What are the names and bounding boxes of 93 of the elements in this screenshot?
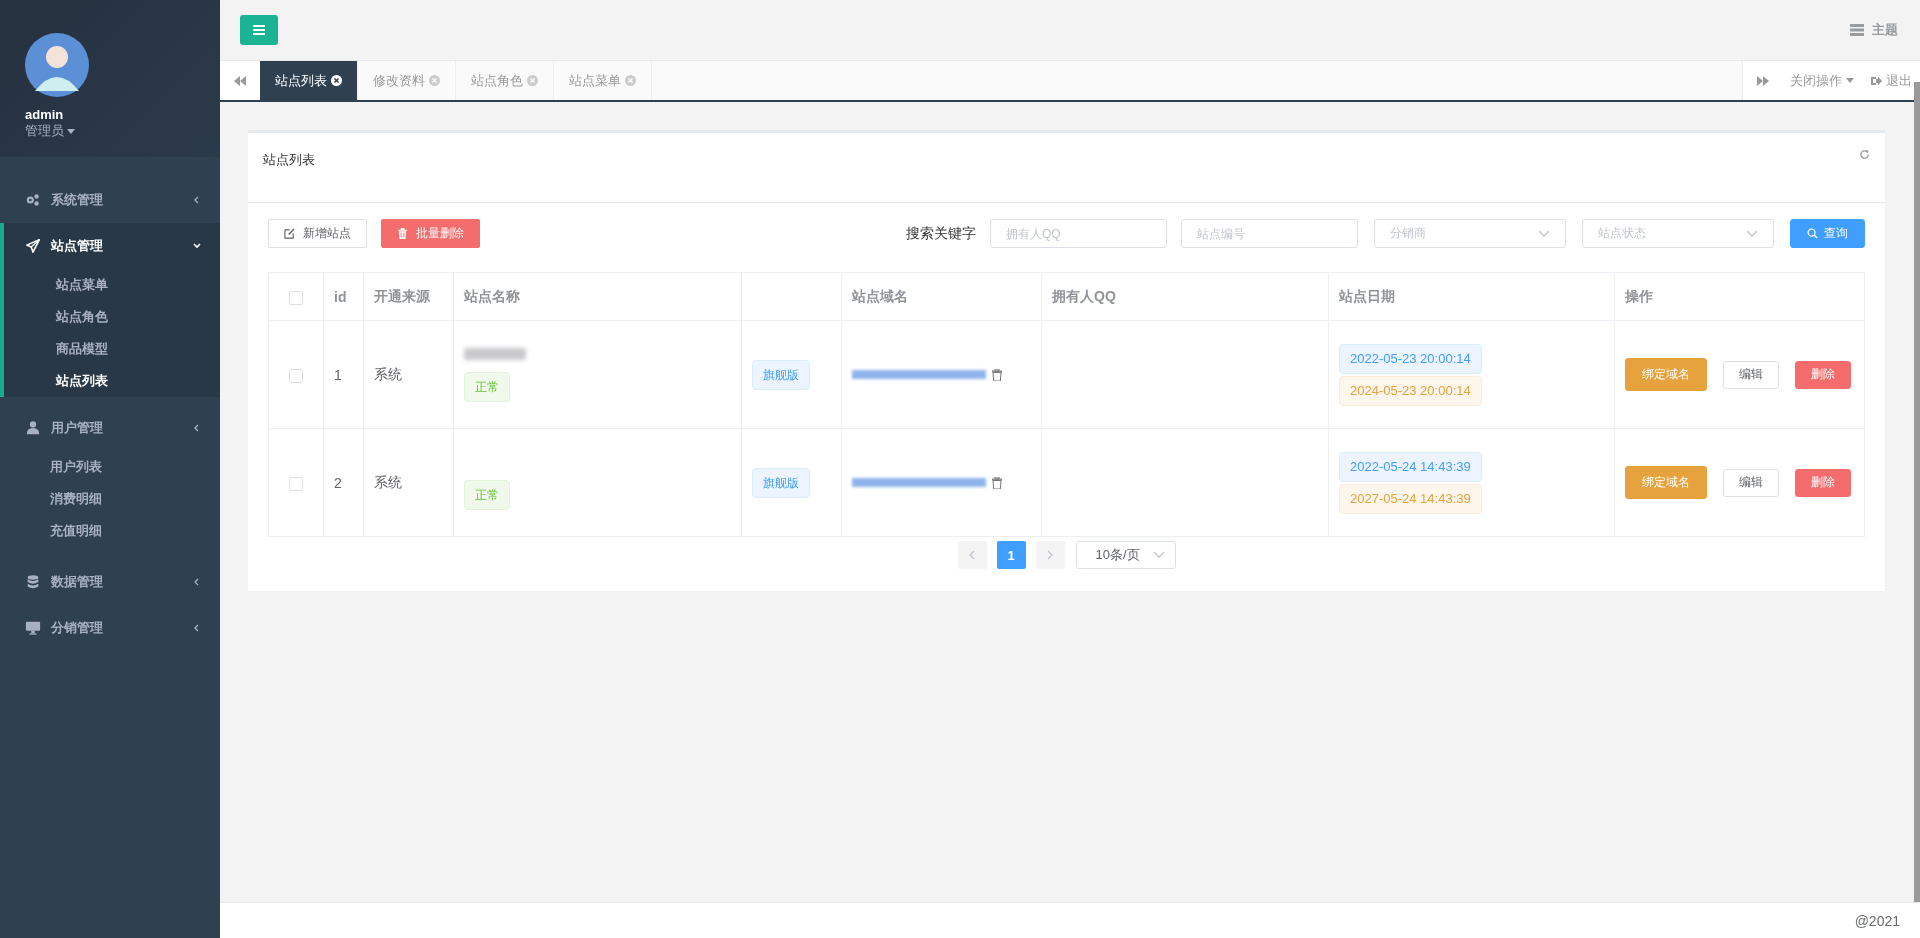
theme-button[interactable]: 主题 (1850, 21, 1898, 39)
date-tag: 2027-05-24 14:43:39 (1339, 483, 1482, 514)
caret-icon (1846, 78, 1854, 83)
gears-icon (25, 192, 41, 208)
date-tag: 2022-05-23 20:00:14 (1339, 343, 1482, 374)
chevron-down-icon (1152, 551, 1165, 559)
close-icon (429, 75, 440, 86)
scrollbar[interactable] (1914, 82, 1920, 902)
role-dropdown[interactable]: 管理员 (25, 122, 195, 140)
page-button[interactable]: 1 (996, 541, 1026, 569)
card-title: 站点列表 (263, 151, 315, 169)
chevron-down-icon (1746, 229, 1758, 238)
chevron-left-icon (968, 550, 976, 560)
chevron-down-icon (192, 241, 202, 251)
edit-button[interactable]: 编辑 (1723, 468, 1779, 497)
checkbox[interactable] (289, 368, 303, 383)
date-tag: 2024-05-23 20:00:14 (1339, 375, 1482, 406)
add-button[interactable]: 新增站点 (268, 219, 367, 248)
delete-button[interactable]: 删除 (1795, 360, 1851, 389)
avatar (25, 33, 89, 97)
trash-icon (992, 476, 1002, 489)
batch-delete-button[interactable]: 批量删除 (381, 219, 480, 248)
menu-item[interactable]: 站点管理 (4, 223, 220, 269)
double-right-icon (1756, 75, 1769, 86)
user-icon (25, 420, 41, 436)
edit-icon (284, 228, 295, 239)
search-button[interactable]: 查询 (1790, 219, 1865, 248)
column-header: 开通来源 (374, 287, 430, 304)
menu-button[interactable] (240, 15, 278, 45)
edition-tag: 旗舰版 (752, 359, 810, 390)
close-icon (527, 75, 538, 86)
page-size-select[interactable]: 10条/页 (1075, 541, 1176, 569)
input-field[interactable]: 拥有人QQ (990, 219, 1167, 248)
close-icon (625, 75, 636, 86)
trash-icon (397, 228, 408, 239)
tab[interactable]: 站点菜单 (554, 61, 652, 100)
list-icon (1850, 24, 1864, 36)
column-header: 站点日期 (1339, 287, 1395, 304)
table-cell: 系统 (374, 473, 402, 490)
previous-page-button[interactable] (957, 541, 987, 569)
submenu-item[interactable]: 充值明细 (4, 515, 220, 547)
status-tag: 正常 (464, 371, 510, 402)
column-header: 站点名称 (464, 287, 520, 304)
scroll-left-button[interactable] (220, 61, 260, 100)
edition-tag: 旗舰版 (752, 467, 810, 498)
table-cell: 2 (334, 474, 342, 491)
caret-icon (67, 128, 75, 134)
table-cell: 系统 (374, 365, 402, 382)
paper-plane-icon (25, 238, 41, 254)
submenu-item[interactable]: 商品模型 (4, 333, 220, 365)
scroll-right-button[interactable] (1742, 61, 1782, 100)
menu-item[interactable]: 数据管理 (4, 559, 220, 605)
close-actions-dropdown[interactable]: 关闭操作 (1782, 61, 1862, 100)
column-header: 拥有人QQ (1052, 287, 1116, 304)
submenu-item[interactable]: 站点角色 (4, 301, 220, 333)
search-icon (1807, 228, 1818, 239)
logout-button[interactable]: 退出 (1862, 61, 1920, 100)
menu-icon (253, 25, 265, 35)
column-header: 操作 (1625, 287, 1653, 304)
checkbox[interactable] (289, 476, 303, 491)
trash-icon (992, 368, 1002, 381)
close-icon (331, 75, 342, 86)
menu-item[interactable]: 系统管理 (4, 177, 220, 223)
submenu-item[interactable]: 站点菜单 (4, 269, 220, 301)
submenu-item[interactable]: 用户列表 (4, 451, 220, 483)
refresh-icon (1859, 149, 1870, 160)
blurred-link[interactable] (852, 370, 986, 379)
menu-item[interactable]: 分销管理 (4, 605, 220, 651)
edit-button[interactable]: 编辑 (1723, 360, 1779, 389)
search-label: 搜索关键字 (906, 224, 976, 243)
copyright-text: @2021 (1854, 912, 1900, 929)
blurred-link[interactable] (852, 478, 986, 487)
menu-item[interactable]: 用户管理 (4, 405, 220, 451)
checkbox[interactable] (289, 290, 303, 305)
date-tag: 2022-05-24 14:43:39 (1339, 451, 1482, 482)
column-header: 站点域名 (852, 287, 908, 304)
user-name: admin (25, 107, 65, 122)
chevron-right-icon (1046, 550, 1054, 560)
tab[interactable]: 修改资料 (358, 61, 456, 100)
column-header: id (334, 288, 347, 305)
status-tag: 正常 (464, 479, 510, 510)
double-left-icon (234, 75, 246, 86)
tab[interactable]: 站点角色 (456, 61, 554, 100)
next-page-button[interactable] (1035, 541, 1065, 569)
submenu-item[interactable]: 消费明细 (4, 483, 220, 515)
delete-button[interactable]: 删除 (1795, 468, 1851, 497)
monitor-icon (25, 620, 41, 636)
sign-out-icon (1870, 74, 1882, 87)
chevron-down-icon (1538, 229, 1550, 238)
submenu-item[interactable]: 站点列表 (4, 365, 220, 397)
table-cell: 1 (334, 366, 342, 383)
tab[interactable]: 站点列表 (260, 61, 358, 100)
database-icon (25, 574, 41, 590)
